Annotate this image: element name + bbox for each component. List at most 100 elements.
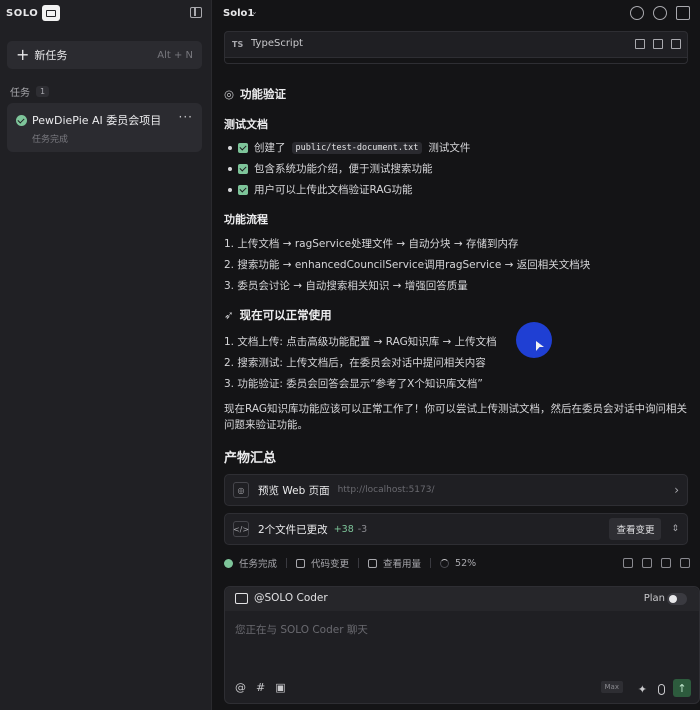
- file-diff-icon: [296, 558, 306, 568]
- expand-panel-icon[interactable]: [676, 6, 690, 20]
- list-item: 1. 上传文档 → ragService处理文件 → 自动分块 → 存储到内存: [224, 238, 519, 250]
- plan-toggle[interactable]: [667, 593, 687, 605]
- code-language: TypeScript: [251, 38, 303, 49]
- usage-link[interactable]: 查看用量: [383, 556, 421, 570]
- topbar: Solo1 ⌄: [212, 0, 700, 28]
- artifacts-heading: 产物汇总: [224, 451, 277, 466]
- review-changes-button[interactable]: 查看变更: [609, 518, 662, 540]
- flow-heading: 功能流程: [224, 213, 268, 226]
- checklist-prefix: 创建了: [254, 142, 286, 154]
- status-bar: 任务完成 代码变更 查看用量 52%: [224, 555, 690, 571]
- main-panel: Solo1 ⌄ TS TypeScript ◎ 功能验证 测试文档 创建了 pu…: [212, 0, 700, 710]
- hash-icon[interactable]: #: [256, 681, 265, 694]
- plan-label: Plan: [643, 593, 665, 604]
- database-icon: [368, 558, 378, 568]
- code-icon: </>: [233, 521, 249, 537]
- checkbox-icon: [238, 142, 248, 153]
- agent-selector[interactable]: @SOLO Coder: [254, 592, 328, 604]
- new-task-label: 新任务: [34, 49, 68, 62]
- preview-url[interactable]: http://localhost:5173/: [338, 485, 435, 495]
- chevron-right-icon: ›: [674, 483, 679, 497]
- list-item: 包含系统功能介绍，便于测试搜索功能: [228, 161, 433, 176]
- checklist-text: 包含系统功能介绍，便于测试搜索功能: [254, 163, 433, 175]
- copy-icon[interactable]: [635, 39, 645, 49]
- solo-badge-icon: [42, 5, 61, 21]
- list-item: 3. 功能验证: 委员会回答会显示“参考了X个知识库文档”: [224, 378, 483, 390]
- plus-icon: +: [16, 45, 30, 64]
- sparkle-icon[interactable]: ✦: [638, 683, 647, 696]
- divider: [286, 558, 288, 568]
- more-options-icon[interactable]: ···: [179, 110, 193, 124]
- check-circle-icon: [224, 558, 233, 568]
- target-icon: ◎: [224, 87, 235, 101]
- preview-label: 预览 Web 页面: [258, 484, 330, 497]
- test-doc-heading: 测试文档: [224, 118, 268, 131]
- bullet-icon: [228, 145, 232, 150]
- list-item: 1. 文档上传: 点击高级功能配置 → RAG知识库 → 上传文档: [224, 336, 497, 348]
- send-button[interactable]: ↑: [673, 679, 691, 697]
- tasks-count-badge: 1: [36, 86, 50, 97]
- ready-heading-text: 现在可以正常使用: [239, 308, 332, 322]
- summary-paragraph: 现在RAG知识库功能应该可以正常工作了！你可以尝试上传测试文档，然后在委员会对话…: [224, 403, 688, 431]
- agent-icon: [235, 593, 248, 604]
- preview-web-row[interactable]: ◎ 预览 Web 页面 http://localhost:5173/ ›: [224, 474, 688, 506]
- task-status: 任务完成: [32, 135, 69, 145]
- bullet-icon: [228, 187, 232, 192]
- tasks-header: 任务 1: [10, 84, 50, 99]
- microphone-icon[interactable]: [658, 684, 665, 695]
- chevron-down-icon[interactable]: ⌄: [251, 7, 258, 16]
- thumbs-down-icon[interactable]: [642, 558, 652, 568]
- lines-added: +38: [333, 523, 354, 535]
- task-complete-icon: [16, 115, 27, 126]
- retry-icon[interactable]: [680, 558, 690, 568]
- brand-text: SOLO: [6, 7, 39, 19]
- verify-heading-text: 功能验证: [240, 87, 287, 101]
- new-task-button[interactable]: + 新任务 Alt + N: [7, 41, 202, 69]
- new-task-shortcut: Alt + N: [157, 49, 193, 61]
- list-item: 2. 搜索功能 → enhancedCouncilService调用ragSer…: [224, 259, 591, 271]
- list-item: 2. 搜索测试: 上传文档后，在委员会对话中提问相关内容: [224, 357, 486, 369]
- expand-icon[interactable]: ⇕: [671, 524, 679, 534]
- checklist-text: 用户可以上传此文档验证RAG功能: [254, 184, 413, 196]
- status-done: 任务完成: [239, 559, 278, 570]
- apply-icon[interactable]: [671, 39, 681, 49]
- image-icon[interactable]: ▣: [275, 681, 285, 694]
- verify-heading: ◎ 功能验证: [224, 86, 286, 102]
- feedback-actions: [623, 558, 690, 568]
- sidebar: SOLO + 新任务 Alt + N 任务 1 PewDiePie AI 委员会…: [0, 0, 212, 710]
- rocket-icon: ➶: [224, 308, 234, 322]
- checklist-suffix: 测试文件: [428, 142, 471, 154]
- task-item[interactable]: PewDiePie AI 委员会项目 任务完成 ···: [7, 103, 202, 152]
- list-item: 创建了 public/test-document.txt 测试文件: [228, 140, 470, 155]
- mention-icon[interactable]: @: [235, 681, 246, 694]
- checkbox-icon: [238, 163, 248, 174]
- composer-tools: @ # ▣: [235, 681, 286, 694]
- lines-removed: -3: [357, 523, 368, 535]
- collapse-sidebar-icon[interactable]: [190, 7, 202, 18]
- model-badge[interactable]: Max: [600, 681, 623, 693]
- bullet-icon: [228, 166, 232, 171]
- copy-icon[interactable]: [661, 558, 671, 568]
- list-item: 3. 委员会讨论 → 自动搜索相关知识 → 增强回答质量: [224, 280, 468, 292]
- brand-logo: SOLO: [6, 5, 61, 21]
- code-block-body: [224, 58, 688, 64]
- gear-icon[interactable]: [653, 6, 667, 20]
- typescript-icon: TS: [232, 40, 244, 49]
- task-name: PewDiePie AI 委员会项目: [32, 114, 162, 127]
- cursor-highlight: [516, 322, 552, 358]
- insert-icon[interactable]: [653, 39, 663, 49]
- code-block-header: TS TypeScript: [224, 31, 688, 58]
- checkbox-icon: [238, 184, 248, 195]
- files-changed-row[interactable]: </> 2个文件已更改 +38 -3 查看变更 ⇕: [224, 513, 688, 545]
- inline-code: public/test-document.txt: [291, 141, 423, 154]
- divider: [430, 558, 432, 568]
- session-title[interactable]: Solo1: [223, 8, 254, 19]
- new-chat-icon[interactable]: [630, 6, 644, 20]
- chat-input[interactable]: 您正在与 SOLO Coder 聊天: [235, 622, 368, 637]
- ready-heading: ➶ 现在可以正常使用: [224, 307, 332, 323]
- top-actions: [630, 6, 690, 20]
- thumbs-up-icon[interactable]: [623, 558, 633, 568]
- code-changes-link[interactable]: 代码变更: [311, 556, 349, 570]
- chat-composer: @SOLO Coder Plan 您正在与 SOLO Coder 聊天 @ # …: [224, 586, 700, 704]
- progress-ring-icon: [440, 558, 450, 568]
